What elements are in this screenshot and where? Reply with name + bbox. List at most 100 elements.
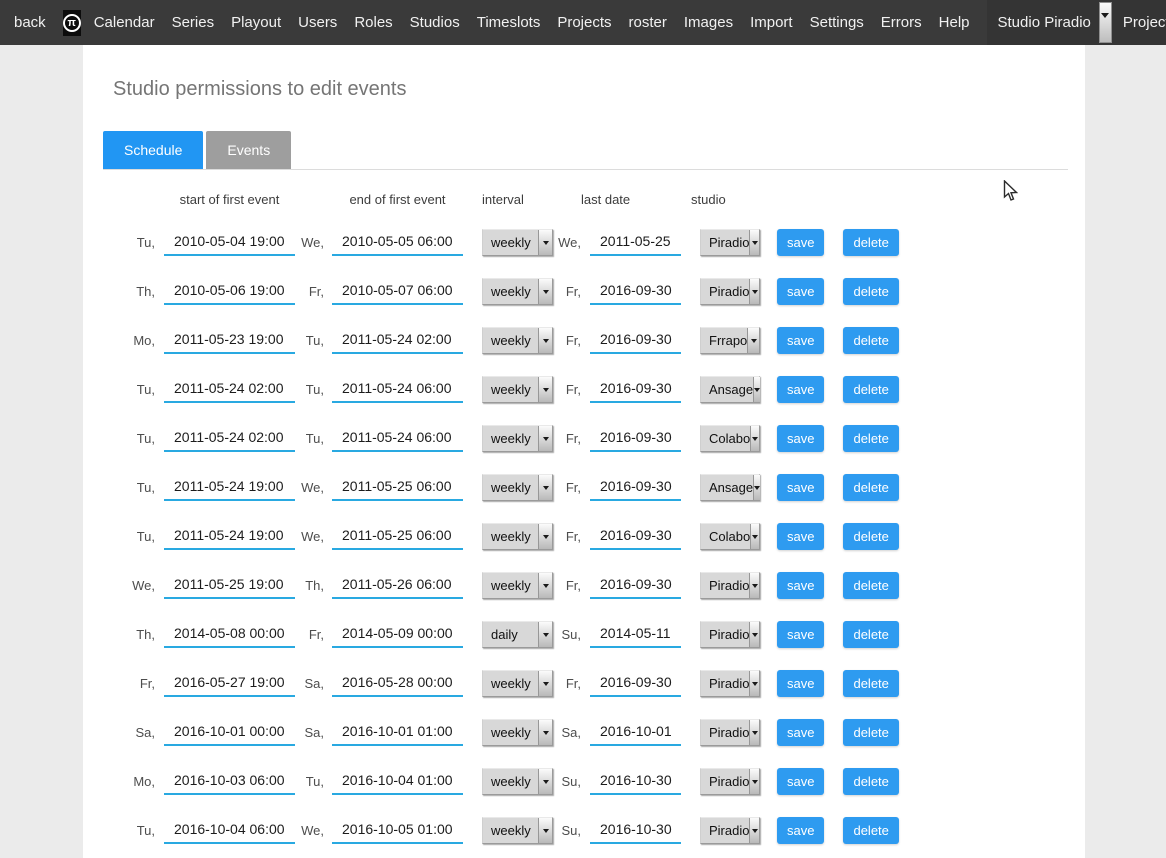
start-datetime-input[interactable] [164,376,295,403]
end-datetime-input[interactable] [332,327,463,354]
nav-item-images[interactable]: Images [684,14,733,31]
tab-events[interactable]: Events [206,131,291,169]
delete-button[interactable]: delete [843,719,898,746]
end-datetime-input[interactable] [332,768,463,795]
start-datetime-input[interactable] [164,670,295,697]
nav-item-roster[interactable]: roster [629,14,667,31]
interval-select[interactable]: weekly [482,817,553,844]
nav-item-roles[interactable]: Roles [354,14,392,31]
studio-row-select[interactable]: Ansage [700,376,760,403]
studio-row-select[interactable]: Piradio [700,278,760,305]
start-datetime-input[interactable] [164,817,295,844]
delete-button[interactable]: delete [843,523,898,550]
interval-select[interactable]: weekly [482,719,553,746]
save-button[interactable]: save [777,523,824,550]
interval-select[interactable]: weekly [482,670,553,697]
last-date-input[interactable] [590,670,681,697]
start-datetime-input[interactable] [164,621,295,648]
studio-row-select[interactable]: Piradio [700,572,760,599]
last-date-input[interactable] [590,768,681,795]
last-date-input[interactable] [590,327,681,354]
save-button[interactable]: save [777,278,824,305]
interval-select[interactable]: weekly [482,425,553,452]
tab-schedule[interactable]: Schedule [103,131,203,169]
start-datetime-input[interactable] [164,719,295,746]
save-button[interactable]: save [777,621,824,648]
end-datetime-input[interactable] [332,719,463,746]
delete-button[interactable]: delete [843,229,898,256]
last-date-input[interactable] [590,621,681,648]
save-button[interactable]: save [777,229,824,256]
studio-row-select[interactable]: Piradio [700,768,760,795]
delete-button[interactable]: delete [843,768,898,795]
save-button[interactable]: save [777,376,824,403]
end-datetime-input[interactable] [332,817,463,844]
pi-radio-logo-icon[interactable]: π [63,10,81,36]
delete-button[interactable]: delete [843,817,898,844]
save-button[interactable]: save [777,327,824,354]
last-date-input[interactable] [590,817,681,844]
start-datetime-input[interactable] [164,327,295,354]
studio-row-select[interactable]: Ansage [700,474,760,501]
nav-item-projects[interactable]: Projects [557,14,611,31]
last-date-input[interactable] [590,523,681,550]
studio-row-select[interactable]: Piradio [700,719,760,746]
studio-row-select[interactable]: Piradio [700,621,760,648]
end-datetime-input[interactable] [332,474,463,501]
nav-item-playout[interactable]: Playout [231,14,281,31]
nav-item-calendar[interactable]: Calendar [94,14,155,31]
start-datetime-input[interactable] [164,572,295,599]
interval-select[interactable]: weekly [482,278,553,305]
save-button[interactable]: save [777,719,824,746]
nav-item-settings[interactable]: Settings [810,14,864,31]
last-date-input[interactable] [590,376,681,403]
save-button[interactable]: save [777,670,824,697]
delete-button[interactable]: delete [843,572,898,599]
studio-row-select[interactable]: Piradio [700,670,760,697]
interval-select[interactable]: weekly [482,229,553,256]
start-datetime-input[interactable] [164,278,295,305]
studio-row-select[interactable]: Colabo [700,523,760,550]
start-datetime-input[interactable] [164,523,295,550]
nav-item-errors[interactable]: Errors [881,14,922,31]
interval-select[interactable]: daily [482,621,553,648]
start-datetime-input[interactable] [164,229,295,256]
delete-button[interactable]: delete [843,327,898,354]
save-button[interactable]: save [777,474,824,501]
delete-button[interactable]: delete [843,474,898,501]
delete-button[interactable]: delete [843,621,898,648]
end-datetime-input[interactable] [332,229,463,256]
end-datetime-input[interactable] [332,278,463,305]
last-date-input[interactable] [590,474,681,501]
studio-row-select[interactable]: Frrapo [700,327,760,354]
last-date-input[interactable] [590,719,681,746]
nav-item-series[interactable]: Series [172,14,215,31]
save-button[interactable]: save [777,768,824,795]
last-date-input[interactable] [590,572,681,599]
interval-select[interactable]: weekly [482,327,553,354]
studio-row-select[interactable]: Colabo [700,425,760,452]
interval-select[interactable]: weekly [482,768,553,795]
interval-select[interactable]: weekly [482,572,553,599]
last-date-input[interactable] [590,229,681,256]
nav-item-timeslots[interactable]: Timeslots [477,14,541,31]
end-datetime-input[interactable] [332,621,463,648]
interval-select[interactable]: weekly [482,523,553,550]
save-button[interactable]: save [777,817,824,844]
studio-row-select[interactable]: Piradio [700,817,760,844]
delete-button[interactable]: delete [843,425,898,452]
interval-select[interactable]: weekly [482,376,553,403]
nav-item-import[interactable]: Import [750,14,793,31]
delete-button[interactable]: delete [843,670,898,697]
end-datetime-input[interactable] [332,572,463,599]
interval-select[interactable]: weekly [482,474,553,501]
end-datetime-input[interactable] [332,523,463,550]
save-button[interactable]: save [777,425,824,452]
start-datetime-input[interactable] [164,474,295,501]
end-datetime-input[interactable] [332,376,463,403]
last-date-input[interactable] [590,425,681,452]
end-datetime-input[interactable] [332,670,463,697]
studio-row-select[interactable]: Piradio [700,229,760,256]
start-datetime-input[interactable] [164,768,295,795]
delete-button[interactable]: delete [843,278,898,305]
